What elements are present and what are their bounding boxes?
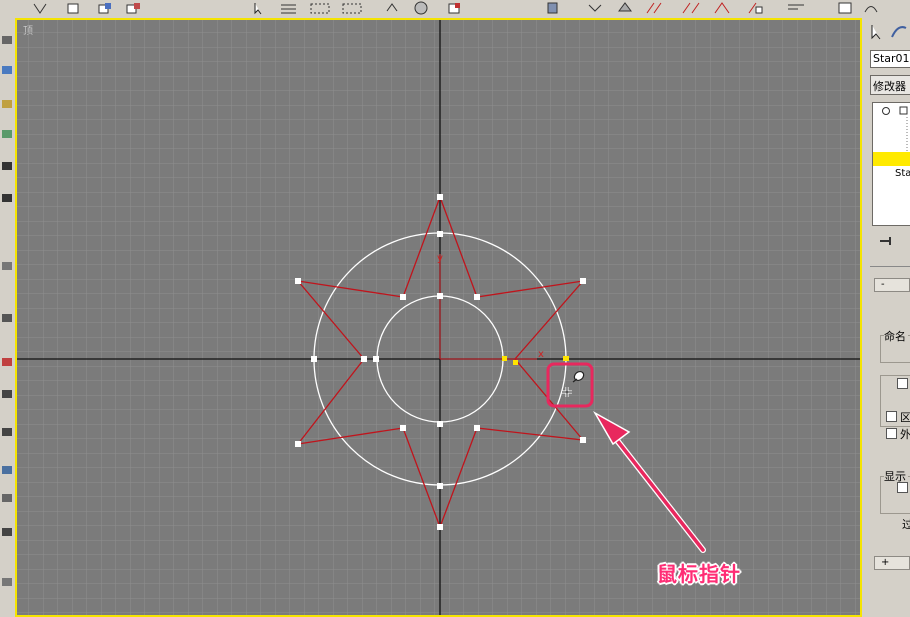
vertex-handle-selected (563, 356, 569, 361)
render-frame-icon[interactable] (746, 1, 766, 15)
select-by-name-icon[interactable] (278, 1, 300, 15)
vertex-handle (295, 441, 301, 447)
shape-tool-icon[interactable] (2, 262, 12, 270)
expand-toggle-icon[interactable] (899, 106, 908, 115)
pin-stack-icon[interactable] (878, 234, 898, 248)
rotate-tool-icon[interactable] (96, 1, 116, 15)
vertex-handle (361, 356, 367, 362)
vertex-handle (437, 194, 443, 200)
link-tool-icon[interactable] (2, 314, 12, 322)
rollout-header-collapse[interactable]: - (874, 278, 910, 292)
active-shade-icon[interactable] (712, 1, 738, 15)
camera-tool-icon[interactable] (2, 130, 12, 138)
move-tool-icon[interactable] (64, 1, 84, 15)
quick-render-icon[interactable] (644, 1, 670, 15)
viewport-canvas[interactable]: y x (17, 20, 860, 615)
vertex-handle-selected (513, 360, 518, 365)
gizmo-y-label: y (437, 253, 443, 264)
percent-snap-icon[interactable] (2, 494, 12, 502)
layer-icon[interactable] (446, 1, 464, 15)
callout-label: 鼠标指针 (657, 562, 741, 586)
divider (870, 266, 910, 267)
vertex-handle (400, 425, 406, 431)
edit-named-selection-icon[interactable] (2, 578, 12, 586)
pointer-tool-icon[interactable] (250, 1, 270, 15)
vertex-handle (295, 278, 301, 284)
render-last-icon[interactable] (680, 1, 706, 15)
lightbulb-icon[interactable] (882, 107, 890, 115)
vertex-handle (474, 294, 480, 300)
stack-item-base[interactable]: Sta (895, 168, 910, 179)
checkbox-3[interactable] (886, 428, 897, 439)
vertex-handle (400, 294, 406, 300)
vertex-handle-selected (502, 356, 507, 361)
left-toolbar (0, 18, 16, 617)
render-setup-icon[interactable] (586, 1, 604, 15)
create-tool-icon[interactable] (2, 66, 12, 74)
select-tool-icon[interactable] (30, 1, 50, 15)
align-icon[interactable] (412, 1, 430, 15)
command-panel: Star01 修改器 Sta - 命名 区 外 显示 过 + (862, 18, 910, 617)
helper-tool-icon[interactable] (2, 162, 12, 170)
name-group-label: 命名 (884, 328, 908, 344)
vertex-handle (580, 437, 586, 443)
checkbox-2[interactable] (886, 411, 897, 422)
create-tab-icon[interactable] (871, 25, 881, 40)
window-crossing-icon[interactable] (340, 1, 366, 15)
space-warp-icon[interactable] (2, 194, 12, 202)
main-toolbar (0, 0, 910, 19)
object-name-field[interactable]: Star01 (870, 50, 910, 68)
vertex-handle (437, 293, 443, 299)
checkbox-1[interactable] (897, 378, 908, 389)
vertex-handle (474, 425, 480, 431)
unlink-tool-icon[interactable] (2, 390, 12, 398)
vertex-handle (437, 524, 443, 530)
panel-tabs (871, 25, 907, 40)
spelling-icon[interactable] (784, 1, 810, 15)
checkbox-3-label: 外 (900, 428, 910, 441)
vertex-handle (580, 278, 586, 284)
schematic-view-icon[interactable] (836, 1, 854, 15)
mirror-icon[interactable] (384, 1, 400, 15)
rollout-header-expand[interactable]: + (874, 556, 910, 570)
modify-tab-icon[interactable] (891, 26, 907, 38)
toolbar-handle-icon[interactable] (2, 36, 12, 44)
vertex-handle (437, 421, 443, 427)
vertex-handle (311, 356, 317, 362)
gizmo-x-label: x (538, 349, 544, 360)
checkbox-2-label: 区 (900, 411, 910, 424)
checkbox-4[interactable] (897, 482, 908, 493)
spinner-snap-icon[interactable] (2, 528, 12, 536)
curve-editor-icon[interactable] (862, 1, 880, 15)
bind-tool-icon[interactable] (2, 358, 12, 366)
snap-tool-icon[interactable] (2, 428, 12, 436)
render-icon[interactable] (616, 1, 634, 15)
modifier-stack[interactable]: Sta (872, 102, 910, 226)
angle-snap-icon[interactable] (2, 466, 12, 474)
top-viewport[interactable]: 顶 y x (15, 18, 862, 617)
truncated-label: 过 (902, 518, 910, 531)
vertex-handle (437, 231, 443, 237)
region-select-icon[interactable] (308, 1, 334, 15)
vertex-handle (373, 356, 379, 362)
material-editor-icon[interactable] (544, 1, 562, 15)
light-tool-icon[interactable] (2, 100, 12, 108)
stack-item-selected[interactable] (873, 152, 910, 166)
vertex-handle (437, 483, 443, 489)
scale-tool-icon[interactable] (124, 1, 144, 15)
modifier-list-dropdown[interactable]: 修改器 (870, 75, 910, 95)
